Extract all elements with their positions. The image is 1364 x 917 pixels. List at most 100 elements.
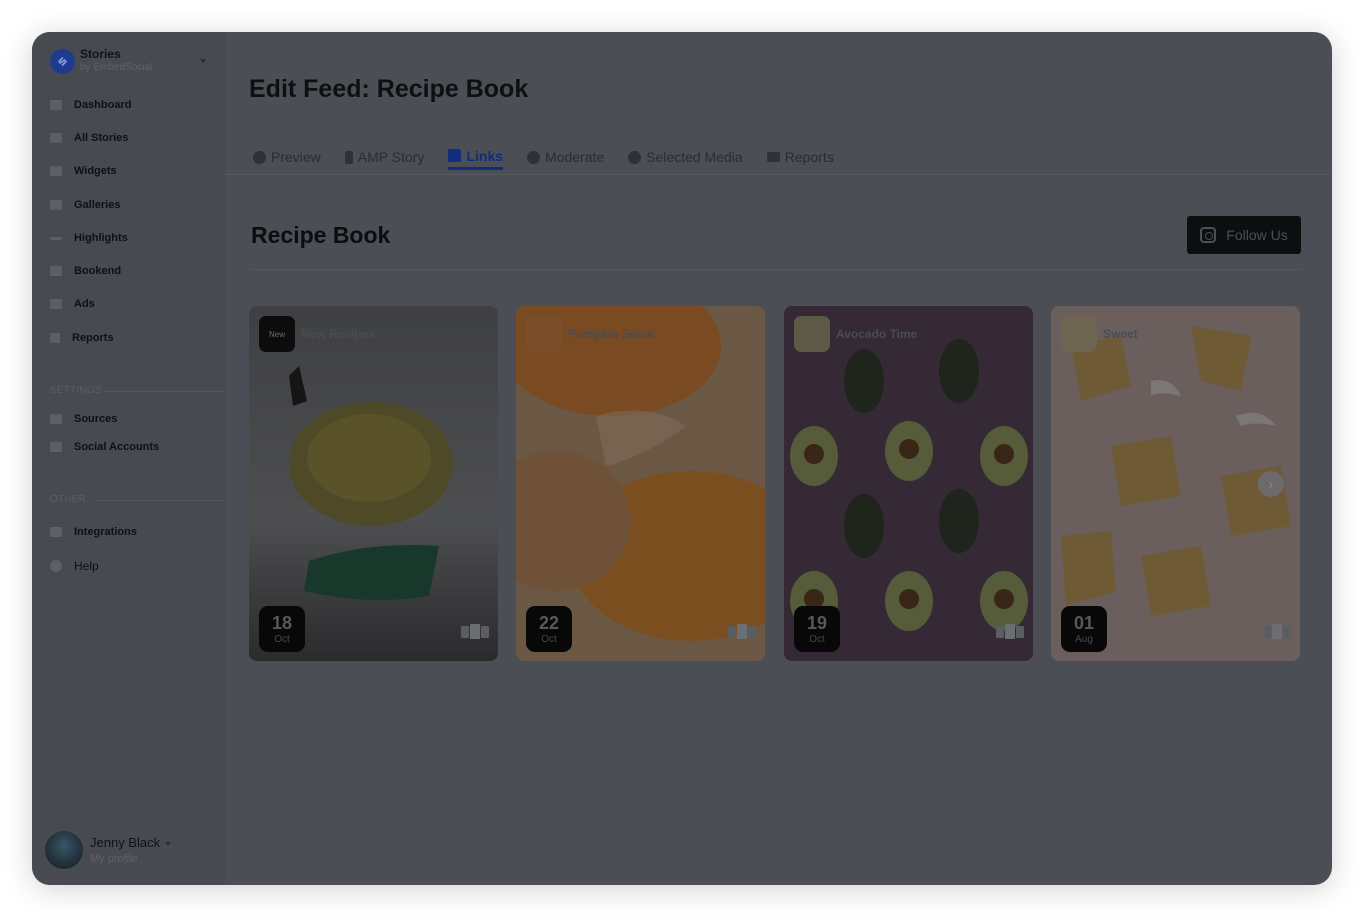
- user-profile[interactable]: Jenny Black My profile: [32, 814, 225, 885]
- sidebar-item-help[interactable]: Help: [50, 557, 99, 575]
- ads-icon: [50, 299, 62, 309]
- brand-name: Stories: [80, 47, 121, 61]
- sidebar-item-label: Highlights: [74, 232, 128, 244]
- profile-name: Jenny Black: [90, 835, 161, 850]
- sidebar-item-widgets[interactable]: Widgets: [50, 162, 117, 180]
- file-icon: [50, 333, 60, 343]
- tab-label: Reports: [784, 149, 834, 165]
- date-day: 01: [1073, 613, 1095, 633]
- edit-icon: [448, 149, 462, 162]
- embedsocial-logo-icon: [50, 49, 75, 74]
- widgets-icon: [50, 166, 62, 176]
- sidebar-item-label: All Stories: [74, 132, 129, 144]
- sidebar-item-highlights[interactable]: Highlights: [50, 229, 128, 247]
- book-icon: [50, 266, 62, 276]
- sidebar-item-label: Reports: [72, 332, 114, 344]
- divider: [251, 269, 1301, 270]
- stories-stack-icon: [461, 624, 489, 639]
- date-month: Aug: [1075, 634, 1093, 645]
- app-window: Stories by EmbedSocial Dashboard All Sto…: [32, 32, 1332, 885]
- sidebar-item-label: Dashboard: [74, 99, 132, 111]
- story-thumbnail: [794, 316, 830, 352]
- dots-icon: [50, 236, 62, 240]
- sidebar-item-label: Widgets: [74, 165, 117, 177]
- profile-link[interactable]: My profile: [90, 853, 138, 865]
- sidebar-item-integrations[interactable]: Integrations: [50, 523, 137, 541]
- date-day: 22: [538, 613, 560, 633]
- tab-links[interactable]: Links: [448, 144, 504, 170]
- stories-stack-icon: [996, 624, 1024, 639]
- tab-preview[interactable]: Preview: [253, 144, 321, 170]
- sidebar-item-reports[interactable]: Reports: [50, 329, 114, 347]
- chevron-down-icon[interactable]: [165, 842, 171, 846]
- date-badge: 22 Oct: [526, 606, 572, 652]
- tab-label: Preview: [271, 149, 321, 165]
- story-card[interactable]: Avocado Time 19 Oct: [784, 306, 1033, 661]
- tab-selected-media[interactable]: Selected Media: [628, 144, 743, 170]
- galleries-icon: [50, 200, 62, 210]
- follow-us-label: Follow Us: [1226, 227, 1288, 243]
- sidebar-item-label: Social Accounts: [74, 441, 160, 453]
- date-month: Oct: [541, 634, 557, 645]
- story-thumbnail: New: [259, 316, 295, 352]
- divider: [94, 500, 224, 501]
- tab-label: Links: [466, 147, 504, 164]
- date-day: 18: [271, 613, 293, 633]
- story-name: Avocado Time: [836, 327, 918, 341]
- puzzle-icon: [50, 527, 62, 537]
- chevron-down-icon[interactable]: [200, 59, 206, 63]
- gear-icon: [527, 150, 541, 164]
- other-section-title: OTHER: [50, 494, 86, 505]
- date-month: Oct: [809, 634, 825, 645]
- divider: [104, 391, 224, 392]
- page-title-prefix: Edit Feed:: [249, 75, 370, 103]
- story-thumbnail: [526, 316, 562, 352]
- sidebar-item-label: Integrations: [74, 526, 137, 538]
- page-title-name: Recipe Book: [376, 75, 529, 103]
- users-icon: [50, 442, 62, 452]
- sidebar-item-label: Help: [74, 559, 99, 573]
- story-name: New Recipes: [301, 327, 376, 341]
- sidebar-item-bookend[interactable]: Bookend: [50, 262, 121, 280]
- follow-us-button[interactable]: Follow Us: [1187, 216, 1301, 254]
- main-content: Edit Feed: Recipe Book Preview AMP Story…: [225, 32, 1332, 885]
- tab-label: Moderate: [545, 149, 605, 165]
- story-name: Sweet: [1103, 327, 1138, 341]
- tab-moderate[interactable]: Moderate: [527, 144, 604, 170]
- tab-reports[interactable]: Reports: [766, 144, 834, 170]
- eye-icon: [253, 150, 266, 164]
- question-icon: [50, 560, 62, 572]
- stories-stack-icon: [1263, 624, 1291, 639]
- story-thumbnail: [1061, 316, 1097, 352]
- sidebar-item-galleries[interactable]: Galleries: [50, 196, 120, 214]
- date-badge: 01 Aug: [1061, 606, 1107, 652]
- divider: [225, 174, 1332, 175]
- story-card[interactable]: Pumpkin Spice 22 Oct: [516, 306, 765, 661]
- date-month: Oct: [274, 634, 290, 645]
- tab-label: Selected Media: [646, 149, 743, 165]
- story-card[interactable]: New New Recipes 18 Oct: [249, 306, 498, 661]
- chart-icon: [50, 100, 62, 110]
- sidebar-item-ads[interactable]: Ads: [50, 295, 95, 313]
- sidebar-item-label: Bookend: [74, 265, 122, 277]
- sidebar-item-label: Galleries: [74, 199, 121, 211]
- sidebar-item-sources[interactable]: Sources: [50, 410, 117, 428]
- avatar[interactable]: [45, 831, 83, 869]
- date-badge: 19 Oct: [794, 606, 840, 652]
- sidebar-item-social-accounts[interactable]: Social Accounts: [50, 438, 159, 456]
- bolt-icon: [344, 150, 353, 164]
- story-card[interactable]: Sweet › 01 Aug: [1051, 306, 1300, 661]
- sidebar-item-dashboard[interactable]: Dashboard: [50, 96, 131, 114]
- sidebar-item-all-stories[interactable]: All Stories: [50, 129, 128, 147]
- brand-subtitle: by EmbedSocial: [80, 62, 153, 73]
- story-name: Pumpkin Spice: [568, 327, 655, 341]
- chevron-right-icon[interactable]: ›: [1258, 471, 1284, 497]
- stories-icon: [50, 133, 62, 143]
- sidebar-item-label: Ads: [74, 298, 95, 310]
- tab-amp-story[interactable]: AMP Story: [344, 144, 424, 170]
- feed-tabs: Preview AMP Story Links Moderate Selecte…: [253, 144, 858, 174]
- brand-switcher[interactable]: Stories by EmbedSocial: [50, 48, 152, 75]
- feed-title: Recipe Book: [251, 222, 391, 248]
- sidebar: Stories by EmbedSocial Dashboard All Sto…: [32, 32, 225, 885]
- stories-stack-icon: [728, 624, 756, 639]
